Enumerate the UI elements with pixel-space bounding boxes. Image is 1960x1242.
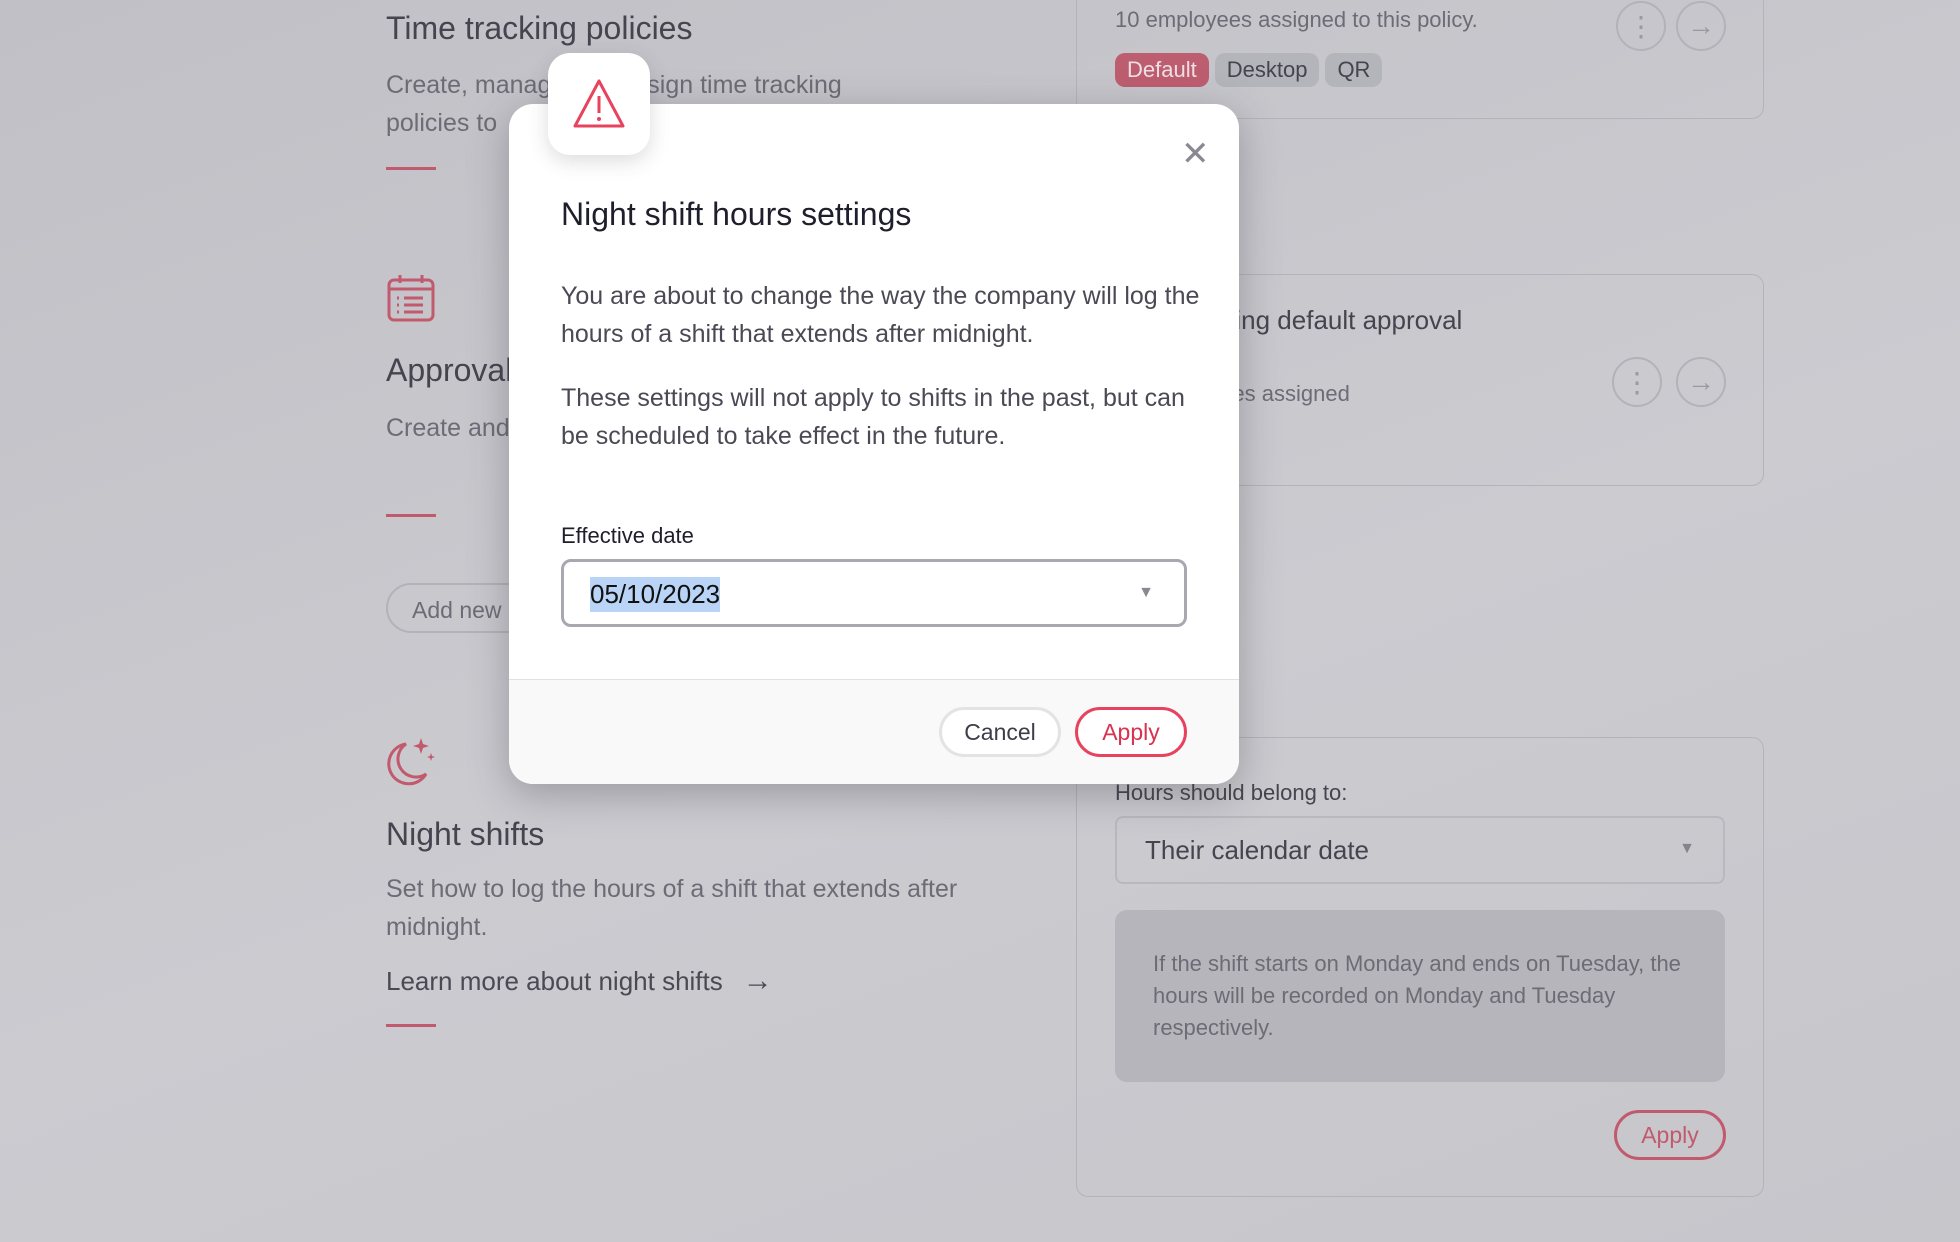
divider	[386, 1024, 436, 1027]
dialog-title: Night shift hours settings	[561, 196, 912, 232]
policy-card: 10 employees assigned to this policy. De…	[1076, 0, 1764, 119]
close-icon[interactable]: ✕	[1181, 134, 1210, 174]
calendar-list-icon	[387, 275, 435, 322]
policy-tags: Default Desktop QR	[1115, 53, 1388, 87]
night-shift-card: Hours should belong to: Their calendar d…	[1076, 737, 1764, 1197]
chevron-down-icon: ▼	[1679, 840, 1695, 857]
dialog-paragraph-2: These settings will not apply to shifts …	[561, 384, 1185, 450]
arrow-right-icon: →	[742, 964, 773, 997]
learn-more-link[interactable]: Learn more about night shifts →	[386, 964, 773, 998]
divider	[386, 514, 436, 517]
arrow-right-icon[interactable]: →	[1676, 357, 1726, 407]
arrow-right-icon[interactable]: →	[1676, 1, 1726, 51]
chevron-down-icon: ▼	[1138, 584, 1154, 601]
divider	[386, 167, 436, 170]
night-shifts-description: Set how to log the hours of a shift that…	[386, 875, 958, 941]
night-shifts-title: Night shifts	[386, 816, 545, 852]
more-options-icon[interactable]: ⋮	[1616, 1, 1666, 51]
warning-icon	[573, 79, 625, 128]
warning-icon-badge	[548, 53, 650, 155]
hours-belong-select[interactable]: Their calendar date ▼	[1115, 816, 1725, 884]
date-value: 05/10/2023	[590, 577, 721, 612]
moon-stars-icon	[387, 738, 435, 786]
apply-button[interactable]: Apply	[1614, 1110, 1726, 1160]
time-tracking-title: Time tracking policies	[386, 10, 693, 46]
dialog-paragraph-1: You are about to change the way the comp…	[561, 282, 1200, 348]
dialog-footer: Cancel Apply	[509, 679, 1239, 784]
learn-more-label: Learn more about night shifts	[386, 965, 723, 996]
night-shift-settings-dialog: ✕ Night shift hours settings You are abo…	[509, 104, 1239, 784]
tag-desktop: Desktop	[1214, 53, 1320, 87]
more-options-icon[interactable]: ⋮	[1612, 357, 1662, 407]
select-value: Their calendar date	[1145, 835, 1370, 865]
tag-default: Default	[1115, 53, 1209, 87]
effective-date-select[interactable]: 05/10/2023 ▼	[561, 559, 1187, 627]
cancel-button[interactable]: Cancel	[939, 707, 1061, 757]
info-box: If the shift starts on Monday and ends o…	[1115, 910, 1725, 1082]
effective-date-label: Effective date	[561, 523, 694, 548]
tag-qr: QR	[1325, 53, 1383, 87]
approvals-title: Approvals	[386, 352, 529, 388]
apply-button[interactable]: Apply	[1075, 707, 1187, 757]
policy-assigned: 10 employees assigned to this policy.	[1115, 7, 1478, 32]
